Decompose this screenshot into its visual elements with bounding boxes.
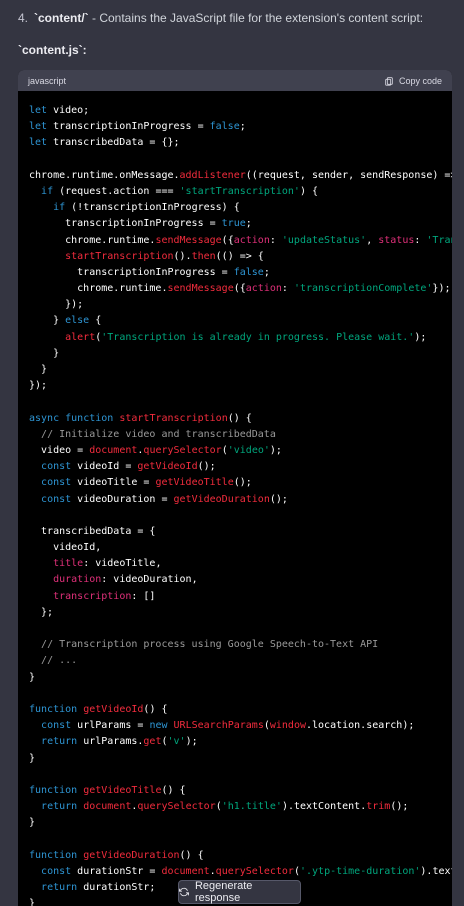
code-line: chrome.runtime.sendMessage({action: 'upd… xyxy=(29,234,452,246)
code-line: let transcriptionInProgress = false; xyxy=(29,121,246,133)
code-line: alert('Transcription is already in progr… xyxy=(65,331,427,343)
code-line: const urlParams = new URLSearchParams(wi… xyxy=(41,720,415,732)
code-line: }); xyxy=(29,380,48,392)
regenerate-response-button[interactable]: Regenerate response xyxy=(178,880,301,904)
code-line: chrome.runtime.onMessage.addListener((re… xyxy=(29,169,452,181)
code-line: const videoId = getVideoId(); xyxy=(41,461,216,473)
code-line: if (request.action === 'startTranscripti… xyxy=(41,185,319,197)
code-block: javascript Copy code let video; let trans… xyxy=(18,70,452,906)
code-line: let transcribedData = {}; xyxy=(29,137,180,149)
code-line: transcriptionInProgress = false; xyxy=(29,266,270,278)
code-line: } xyxy=(29,671,36,683)
code-line: chrome.runtime.sendMessage({action: 'tra… xyxy=(29,283,451,295)
code-content: let video; let transcriptionInProgress = … xyxy=(18,91,452,906)
list-item-content-folder: 4. `content/` - Contains the JavaScript f… xyxy=(18,10,458,26)
code-line: // Transcription process using Google Sp… xyxy=(41,639,379,651)
code-line: video = document.querySelector('video'); xyxy=(29,444,282,456)
list-number: 4. xyxy=(18,11,29,25)
refresh-icon xyxy=(179,887,189,897)
code-line: transcription: [] xyxy=(53,590,156,602)
code-line: videoId, xyxy=(29,542,102,554)
code-line: duration: videoDuration, xyxy=(53,574,198,586)
copy-code-label: Copy code xyxy=(398,75,442,86)
code-line: let video; xyxy=(29,105,90,116)
code-line: const durationStr = document.querySelect… xyxy=(41,865,452,877)
folder-name: `content/` xyxy=(34,11,89,25)
code-line: function getVideoTitle() { xyxy=(29,784,186,796)
clipboard-icon xyxy=(385,76,393,86)
code-line: }; xyxy=(29,606,54,618)
code-line: // Initialize video and transcribedData xyxy=(41,428,276,440)
copy-code-button[interactable]: Copy code xyxy=(384,76,442,86)
code-language-label: javascript xyxy=(28,75,67,86)
code-line: }); xyxy=(29,299,84,311)
code-line: } xyxy=(29,347,60,359)
code-block-header: javascript Copy code xyxy=(18,70,452,91)
code-line: } else { xyxy=(29,315,102,327)
code-line: function getVideoId() { xyxy=(29,703,168,715)
code-line: } xyxy=(29,817,36,829)
code-line: async function startTranscription() { xyxy=(29,412,252,424)
code-line: } xyxy=(29,364,48,375)
code-line: startTranscription().then(() => { xyxy=(65,250,264,262)
regenerate-label: Regenerate response xyxy=(194,880,253,904)
code-line: // ... xyxy=(41,655,78,667)
filename-code: `content.js`: xyxy=(18,43,87,57)
code-line: title: videoTitle, xyxy=(53,558,162,570)
code-line: return document.querySelector('h1.title'… xyxy=(41,801,409,813)
list-item-text: - Contains the JavaScript file for the e… xyxy=(88,11,424,25)
code-line: transcriptionInProgress = true; xyxy=(29,218,252,230)
filename-label: `content.js`: xyxy=(18,43,87,57)
code-line: } xyxy=(29,752,36,764)
code-line: const videoDuration = getVideoDuration()… xyxy=(41,493,288,505)
code-line: transcribedData = { xyxy=(29,525,156,537)
code-line: return urlParams.get('v'); xyxy=(41,736,198,748)
code-line: if (!transcriptionInProgress) { xyxy=(53,202,240,214)
code-line: const videoTitle = getVideoTitle(); xyxy=(41,477,252,489)
code-line: function getVideoDuration() { xyxy=(29,849,204,861)
